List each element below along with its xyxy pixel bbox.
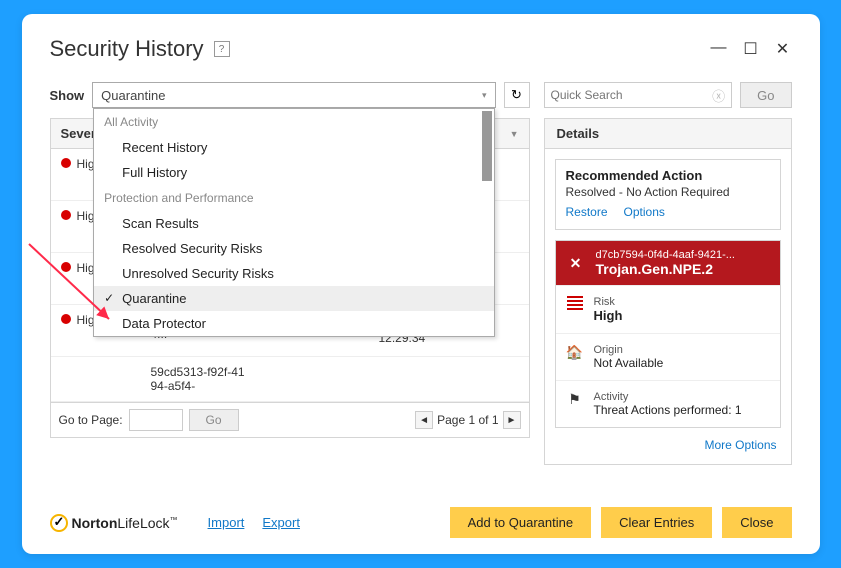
footer: NortonLifeLock™ Import Export Add to Qua… xyxy=(50,507,792,538)
restore-link[interactable]: Restore xyxy=(566,205,608,219)
threat-name: Trojan.Gen.NPE.2 xyxy=(596,261,735,277)
titlebar: Security History ? — ☐ ✕ xyxy=(50,36,792,62)
help-icon[interactable]: ? xyxy=(214,41,230,57)
dropdown-selected-label: Quarantine xyxy=(101,88,165,103)
origin-label: Origin xyxy=(594,344,664,356)
severity-dot-high xyxy=(61,158,71,168)
dd-item-quarantine[interactable]: ✓Quarantine xyxy=(94,286,493,311)
import-link[interactable]: Import xyxy=(208,515,245,530)
origin-value: Not Available xyxy=(594,356,664,370)
minimize-icon[interactable]: — xyxy=(710,39,728,59)
add-to-quarantine-button[interactable]: Add to Quarantine xyxy=(450,507,592,538)
recommended-action-box: Recommended Action Resolved - No Action … xyxy=(555,159,781,230)
table-row[interactable]: 59cd5313-f92f-4194-a5f4- xyxy=(51,357,529,402)
dd-item-scan-results[interactable]: Scan Results xyxy=(94,211,493,236)
annotation-arrow xyxy=(24,239,134,349)
activity-icon: ⚑ xyxy=(566,391,584,408)
pager: Go to Page: Go ◄ Page 1 of 1 ► xyxy=(51,402,529,437)
threat-x-icon: ✕ xyxy=(566,253,586,273)
brand-logo: NortonLifeLock™ xyxy=(50,514,178,532)
details-header: Details xyxy=(545,119,791,149)
dd-item-recent-history[interactable]: Recent History xyxy=(94,135,493,160)
dd-group-all: All Activity xyxy=(94,109,493,135)
next-page-button[interactable]: ► xyxy=(503,411,521,429)
refresh-button[interactable]: ↻ xyxy=(504,82,530,108)
dd-item-full-history[interactable]: Full History xyxy=(94,160,493,185)
close-icon[interactable]: ✕ xyxy=(774,39,792,59)
show-dropdown-menu: All Activity Recent History Full History… xyxy=(93,108,494,337)
goto-page-label: Go to Page: xyxy=(59,413,123,427)
threat-hash: d7cb7594-0f4d-4aaf-9421-... xyxy=(596,249,735,261)
dd-item-unresolved-risks[interactable]: Unresolved Security Risks xyxy=(94,261,493,286)
quick-search-input[interactable] xyxy=(551,88,713,102)
recommended-action-title: Recommended Action xyxy=(566,168,770,183)
window-controls: — ☐ ✕ xyxy=(710,39,792,59)
dropdown-scrollbar[interactable] xyxy=(482,111,492,334)
dd-group-protection: Protection and Performance xyxy=(94,185,493,211)
risk-icon xyxy=(566,296,584,315)
details-panel: Details Recommended Action Resolved - No… xyxy=(544,118,792,465)
search-go-button[interactable]: Go xyxy=(740,82,791,108)
goto-page-input[interactable] xyxy=(129,409,183,431)
security-history-window: Security History ? — ☐ ✕ Show Quarantine… xyxy=(22,14,820,554)
dd-item-resolved-risks[interactable]: Resolved Security Risks xyxy=(94,236,493,261)
risk-label: Risk xyxy=(594,296,623,308)
activity-value: Threat Actions performed: 1 xyxy=(594,403,742,417)
show-dropdown[interactable]: Quarantine All Activity Recent History F… xyxy=(92,82,495,108)
prev-page-button[interactable]: ◄ xyxy=(415,411,433,429)
options-link[interactable]: Options xyxy=(624,205,665,219)
quick-search-box[interactable]: ⓧ xyxy=(544,82,733,108)
activity-label: Activity xyxy=(594,391,742,403)
more-options-link[interactable]: More Options xyxy=(704,438,776,452)
risk-value: High xyxy=(594,308,623,323)
export-link[interactable]: Export xyxy=(262,515,300,530)
maximize-icon[interactable]: ☐ xyxy=(742,39,760,59)
sort-desc-icon: ▼ xyxy=(510,129,519,139)
show-label: Show xyxy=(50,88,85,103)
page-indicator: Page 1 of 1 xyxy=(437,413,498,427)
norton-check-icon xyxy=(50,514,68,532)
origin-icon: 🏠 xyxy=(566,344,584,361)
goto-page-button[interactable]: Go xyxy=(189,409,239,431)
filter-row: Show Quarantine All Activity Recent Hist… xyxy=(50,82,530,108)
close-button[interactable]: Close xyxy=(722,507,791,538)
clear-entries-button[interactable]: Clear Entries xyxy=(601,507,712,538)
dd-item-data-protector[interactable]: Data Protector xyxy=(94,311,493,336)
severity-dot-high xyxy=(61,210,71,220)
recommended-action-status: Resolved - No Action Required xyxy=(566,185,770,199)
threat-summary: ✕ d7cb7594-0f4d-4aaf-9421-... Trojan.Gen… xyxy=(555,240,781,428)
search-clear-icon[interactable]: ⓧ xyxy=(712,86,725,105)
window-title: Security History xyxy=(50,36,204,62)
